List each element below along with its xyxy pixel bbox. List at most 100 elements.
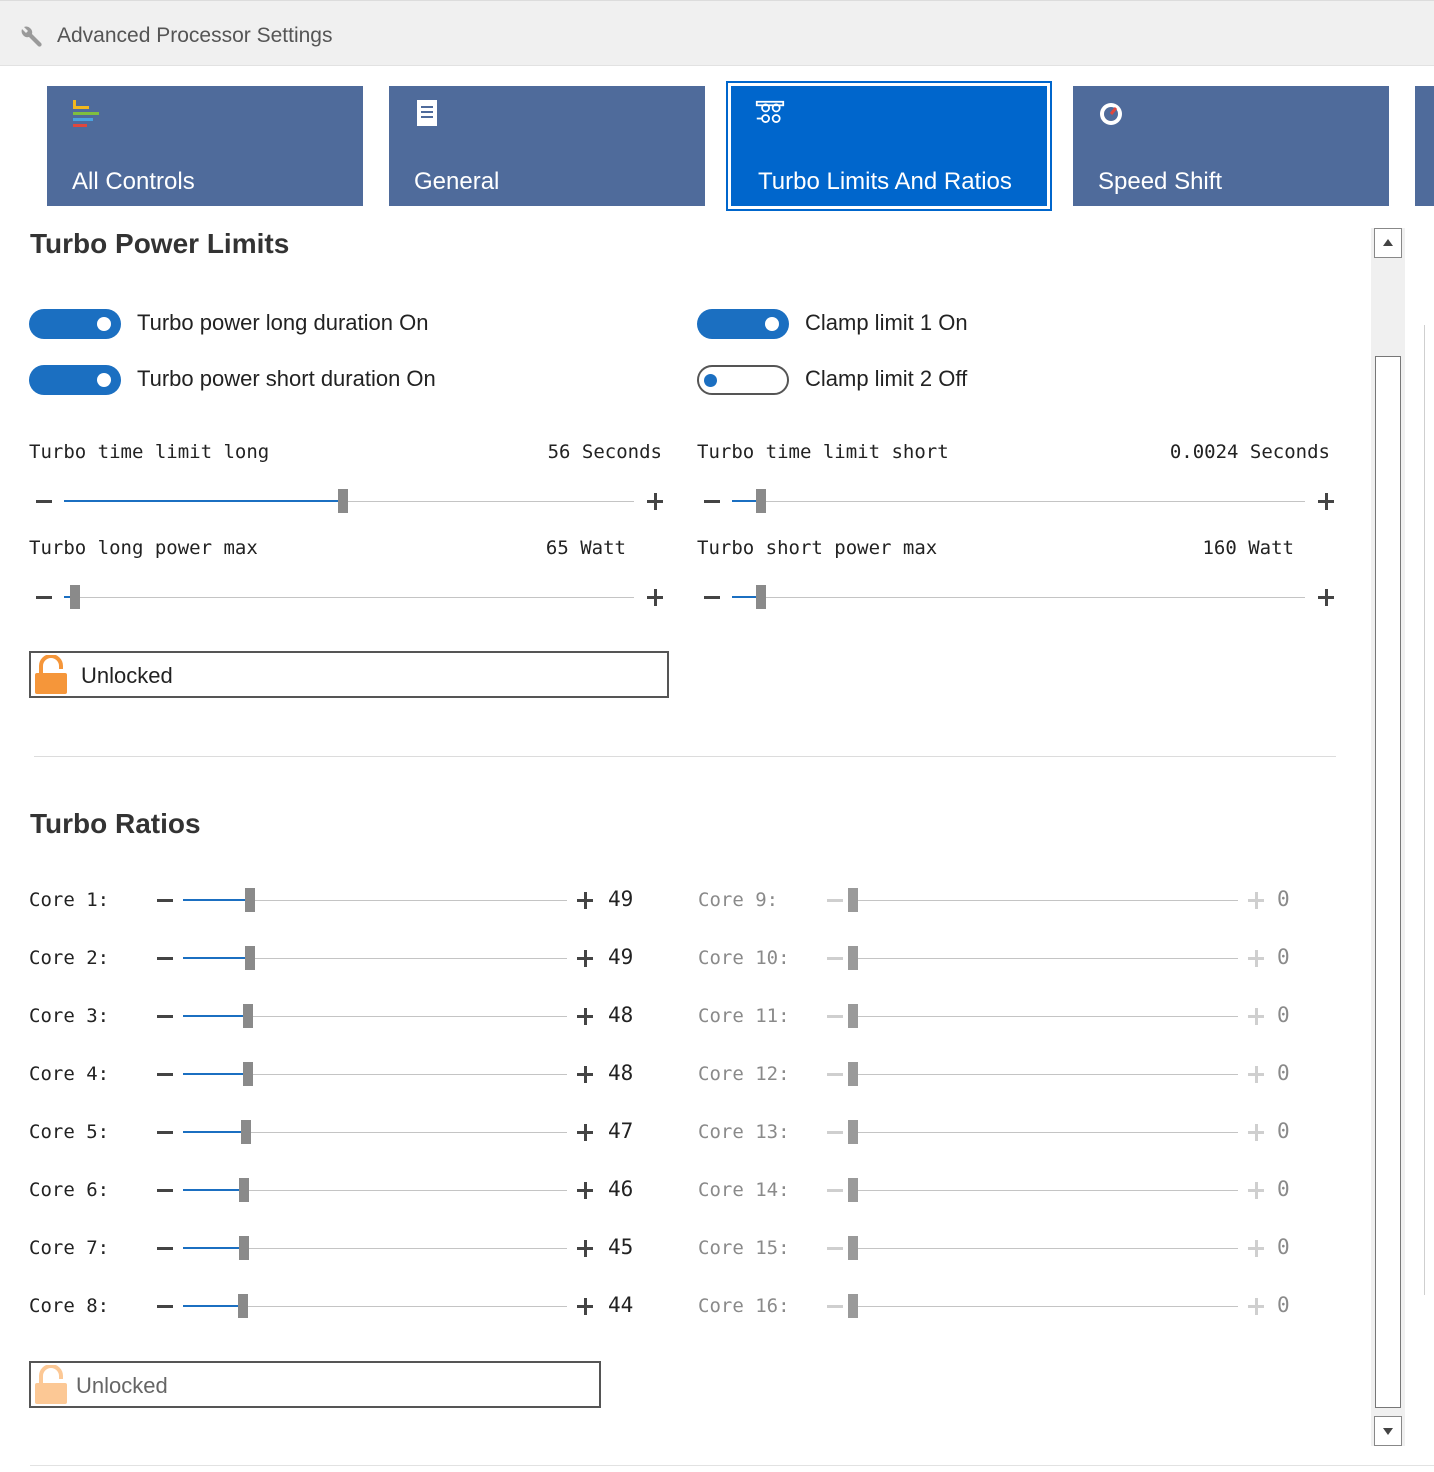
decrease-icon[interactable] — [827, 1073, 843, 1076]
increase-icon-stem — [1254, 1182, 1258, 1199]
decrease-icon[interactable] — [36, 500, 52, 503]
turbo-time-limit-short-slider[interactable] — [704, 486, 1334, 516]
slider-thumb[interactable] — [848, 1120, 858, 1144]
decrease-icon[interactable] — [827, 957, 843, 960]
tab-turbo-limits-and-ratios[interactable]: Turbo Limits And Ratios — [726, 81, 1052, 211]
decrease-icon[interactable] — [827, 899, 843, 902]
power-limits-lock-button[interactable]: Unlocked — [29, 651, 669, 698]
slider-fill — [183, 1015, 249, 1017]
core-ratio-slider — [827, 1291, 1264, 1321]
increase-icon-stem — [1254, 1240, 1258, 1257]
core-label: Core 15: — [698, 1237, 790, 1259]
decrease-icon[interactable] — [827, 1131, 843, 1134]
slider-thumb[interactable] — [239, 1236, 250, 1260]
tab-overflow[interactable] — [1415, 86, 1434, 206]
core-ratio-slider[interactable] — [157, 1233, 593, 1263]
slider-fill — [64, 500, 344, 502]
slider-thumb[interactable] — [848, 1236, 858, 1260]
decrease-icon[interactable] — [157, 1073, 173, 1076]
core-ratio-slider[interactable] — [157, 1117, 593, 1147]
core-ratio-slider[interactable] — [157, 1001, 593, 1031]
padlock-icon — [35, 655, 67, 694]
toggle-label: Clamp limit 1 On — [805, 310, 968, 335]
decrease-icon[interactable] — [827, 1189, 843, 1192]
slider-track — [732, 597, 1305, 598]
slider-thumb[interactable] — [338, 489, 349, 513]
decrease-icon[interactable] — [157, 1247, 173, 1250]
increase-icon-stem — [1324, 493, 1328, 510]
tab-speed-shift[interactable]: Speed Shift — [1073, 86, 1389, 206]
decrease-icon[interactable] — [704, 500, 720, 503]
toggle-switch[interactable] — [697, 309, 789, 339]
vertical-scrollbar[interactable] — [1371, 228, 1405, 1446]
slider-thumb[interactable] — [755, 489, 766, 513]
decrease-icon[interactable] — [157, 1131, 173, 1134]
turbo-ratios-lock-button[interactable]: Unlocked — [29, 1361, 601, 1408]
increase-icon-stem — [1254, 1008, 1258, 1025]
increase-icon-stem — [1254, 1124, 1258, 1141]
slider-thumb[interactable] — [755, 585, 766, 609]
core-ratio-slider[interactable] — [157, 1059, 593, 1089]
slider-thumb[interactable] — [848, 1294, 858, 1318]
turbo-short-power-max-slider[interactable] — [704, 582, 1334, 612]
slider-track — [853, 900, 1238, 901]
decrease-icon[interactable] — [157, 957, 173, 960]
decrease-icon[interactable] — [827, 1247, 843, 1250]
slider-thumb[interactable] — [245, 888, 256, 912]
side-panel-edge — [1424, 325, 1434, 1295]
decrease-icon[interactable] — [157, 1189, 173, 1192]
decrease-icon[interactable] — [157, 1305, 173, 1308]
core-ratio-value: 0 — [1277, 1235, 1290, 1259]
toggle-switch[interactable] — [697, 365, 789, 395]
toggle-switch[interactable] — [29, 309, 121, 339]
toggle-switch[interactable] — [29, 365, 121, 395]
slider-thumb[interactable] — [848, 1178, 858, 1202]
increase-icon-stem — [583, 1066, 587, 1083]
decrease-icon[interactable] — [157, 899, 173, 902]
turbo-time-limit-short-value: 0.0024 Seconds — [1169, 441, 1330, 463]
decrease-icon[interactable] — [827, 1305, 843, 1308]
decrease-icon[interactable] — [827, 1015, 843, 1018]
slider-fill — [183, 1073, 249, 1075]
slider-thumb[interactable] — [70, 585, 81, 609]
decrease-icon[interactable] — [157, 1015, 173, 1018]
turbo-long-power-max-slider[interactable] — [36, 582, 663, 612]
core-ratio-slider[interactable] — [157, 1175, 593, 1205]
core-ratio-value: 48 — [608, 1003, 634, 1027]
scroll-thumb[interactable] — [1375, 356, 1401, 1408]
section-divider — [34, 756, 1336, 757]
slider-fill — [183, 1305, 243, 1307]
arrow-down-icon — [1383, 1428, 1393, 1435]
increase-icon-stem — [583, 1298, 587, 1315]
core-label: Core 6: — [29, 1179, 110, 1201]
core-ratio-slider — [827, 1059, 1264, 1089]
slider-thumb[interactable] — [245, 946, 256, 970]
core-ratio-slider[interactable] — [157, 1291, 593, 1321]
decrease-icon[interactable] — [704, 596, 720, 599]
slider-thumb[interactable] — [241, 1120, 252, 1144]
core-ratio-slider[interactable] — [157, 943, 593, 973]
slider-thumb[interactable] — [848, 1004, 858, 1028]
slider-thumb[interactable] — [243, 1004, 254, 1028]
slider-thumb[interactable] — [243, 1062, 254, 1086]
slider-thumb[interactable] — [237, 1294, 248, 1318]
slider-thumb[interactable] — [848, 946, 858, 970]
tab-label: Turbo Limits And Ratios — [758, 168, 1012, 195]
document-icon — [417, 100, 437, 126]
scroll-down-button[interactable] — [1374, 1416, 1402, 1446]
slider-thumb[interactable] — [848, 888, 858, 912]
core-label: Core 7: — [29, 1237, 110, 1259]
core-label: Core 9: — [698, 889, 779, 911]
core-label: Core 4: — [29, 1063, 110, 1085]
turbo-short-power-max-value: 160 Watt — [1202, 537, 1294, 559]
scroll-up-button[interactable] — [1374, 228, 1402, 258]
slider-thumb[interactable] — [239, 1178, 250, 1202]
tab-all-controls[interactable]: All Controls — [47, 86, 363, 206]
turbo-time-limit-long-slider[interactable] — [36, 486, 663, 516]
slider-track — [853, 1132, 1238, 1133]
core-ratio-value: 46 — [608, 1177, 634, 1201]
tab-general[interactable]: General — [389, 86, 705, 206]
decrease-icon[interactable] — [36, 596, 52, 599]
slider-thumb[interactable] — [848, 1062, 858, 1086]
core-ratio-slider[interactable] — [157, 885, 593, 915]
